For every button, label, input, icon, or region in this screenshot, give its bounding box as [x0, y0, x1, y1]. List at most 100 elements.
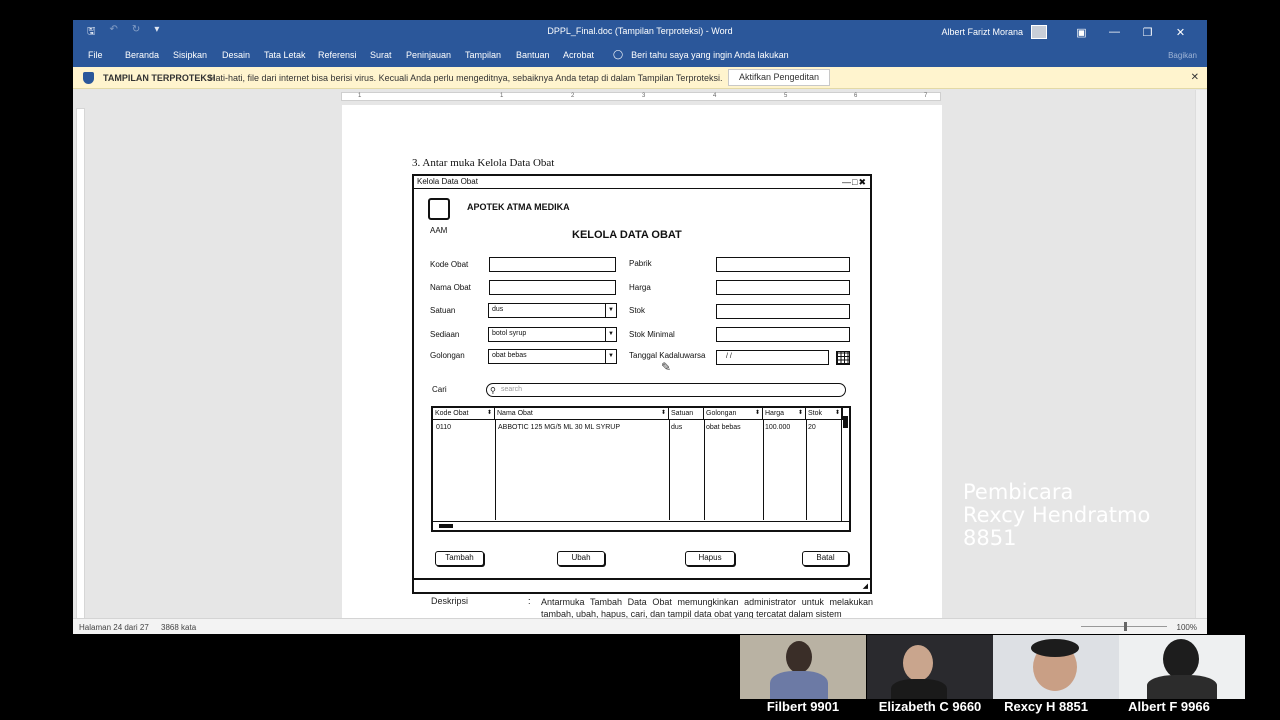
mockup-window: Kelola Data Obat —□✖ AAM APOTEK ATMA MED… [412, 174, 872, 594]
search-placeholder: search [501, 386, 523, 393]
form-title: KELOLA DATA OBAT [572, 229, 682, 241]
participant-name: Elizabeth C 9660 [878, 699, 982, 714]
description-colon: : [528, 596, 531, 606]
tab-surat[interactable]: Surat [370, 50, 392, 60]
dropdown-arrow-icon: ▼ [605, 350, 616, 363]
participant-name: Rexcy H 8851 [1004, 699, 1088, 714]
protected-view-bar: TAMPILAN TERPROTEKSI Hati-hati, file dar… [73, 67, 1207, 89]
sediaan-value: botol syrup [492, 330, 527, 337]
label-pabrik: Pabrik [629, 259, 652, 268]
golongan-select: obat bebas ▼ [488, 349, 617, 364]
document-page[interactable]: 3. Antar muka Kelola Data Obat Kelola Da… [342, 105, 942, 620]
table-vertical-scrollbar [841, 408, 849, 522]
column-header: Golongan ⬍ [704, 408, 763, 420]
tab-referensi[interactable]: Referensi [318, 50, 357, 60]
tab-desain[interactable]: Desain [222, 50, 250, 60]
ruler-mark: 7 [924, 93, 928, 99]
scroll-thumb [439, 524, 453, 528]
speaker-title: Pembicara [963, 480, 1074, 504]
title-bar: 🖫 ↶ ↻ ▾ DPPL_Final.doc (Tampilan Terprot… [73, 20, 1207, 44]
description-text: Antarmuka Tambah Data Obat memungkinkan … [541, 597, 873, 619]
user-name[interactable]: Albert Farizt Morana [941, 27, 1023, 37]
sort-icon: ⬍ [486, 410, 492, 416]
table-cell: 100.000 [765, 424, 791, 431]
column-divider [763, 420, 764, 520]
vertical-ruler[interactable] [76, 108, 85, 623]
calendar-icon [836, 351, 850, 365]
stok-field [716, 304, 850, 319]
close-icon[interactable]: ✕ [1191, 72, 1199, 83]
pabrik-field [716, 257, 850, 272]
label-harga: Harga [629, 283, 651, 292]
tell-me[interactable]: ◯ Beri tahu saya yang ingin Anda lakukan [613, 49, 789, 60]
tab-beranda[interactable]: Beranda [125, 50, 159, 60]
search-label: Cari [432, 385, 447, 394]
status-bar: Halaman 24 dari 27 3868 kata 100% [73, 618, 1207, 634]
enable-editing-button[interactable]: Aktifkan Pengeditan [728, 69, 830, 86]
ruler-mark: 2 [571, 93, 575, 99]
tab-file[interactable]: File [88, 50, 103, 60]
minimize-icon[interactable]: — [1098, 26, 1131, 38]
share-button[interactable]: Bagikan [1168, 51, 1197, 60]
participant-video[interactable] [740, 635, 866, 699]
pen-cursor-icon: ✎ [661, 360, 672, 374]
column-header-label: Satuan [671, 410, 694, 417]
column-header-label: Golongan [706, 410, 737, 417]
dropdown-arrow-icon: ▼ [605, 328, 616, 341]
label-kode-obat: Kode Obat [430, 260, 469, 269]
label-nama-obat: Nama Obat [430, 283, 471, 292]
golongan-value: obat bebas [492, 352, 527, 359]
label-stok-minimal: Stok Minimal [629, 330, 675, 339]
page-count[interactable]: Halaman 24 dari 27 [79, 623, 149, 632]
sort-icon: ⬍ [754, 410, 760, 416]
tab-bantuan[interactable]: Bantuan [516, 50, 550, 60]
table-horizontal-scrollbar [433, 521, 849, 530]
label-sediaan: Sediaan [430, 330, 460, 339]
mockup-title-bar: Kelola Data Obat —□✖ [414, 176, 870, 189]
tab-tampilan[interactable]: Tampilan [465, 50, 501, 60]
tab-tata-letak[interactable]: Tata Letak [264, 50, 306, 60]
ruler-mark: 1 [500, 93, 504, 99]
ruler-mark: 6 [854, 93, 858, 99]
ruler-mark: 4 [713, 93, 717, 99]
zoom-slider-thumb[interactable] [1124, 622, 1127, 631]
avatar[interactable] [1031, 25, 1047, 39]
logo-placeholder [428, 198, 450, 220]
sort-icon: ⬍ [834, 410, 840, 416]
tab-acrobat[interactable]: Acrobat [563, 50, 594, 60]
column-header: Kode Obat ⬍ [433, 408, 495, 420]
tab-sisipkan[interactable]: Sisipkan [173, 50, 207, 60]
word-count[interactable]: 3868 kata [161, 623, 196, 632]
search-input: ⚲ search [486, 383, 846, 397]
ribbon-display-icon[interactable]: ▣ [1065, 26, 1098, 39]
zoom-level[interactable]: 100% [1177, 623, 1197, 632]
shield-icon [83, 72, 94, 84]
participant-hair [1031, 639, 1079, 657]
column-divider [669, 420, 670, 520]
vertical-scrollbar[interactable] [1195, 90, 1207, 618]
title-right: Albert Farizt Morana ▣ — ❐ ✕ [941, 25, 1197, 39]
speaker-caption: Pembicara Rexcy Hendratmo 8851 [963, 481, 1150, 550]
column-divider [495, 420, 496, 520]
satuan-value: dus [492, 306, 504, 313]
label-tanggal-kadaluwarsa: Tanggal Kadaluwarsa [629, 351, 706, 360]
restore-icon[interactable]: ❐ [1131, 26, 1164, 39]
speaker-name: Rexcy Hendratmo [963, 503, 1151, 527]
close-icon[interactable]: ✕ [1164, 26, 1197, 39]
horizontal-ruler[interactable]: 1 1 2 3 4 5 6 7 [341, 92, 941, 101]
sediaan-select: botol syrup ▼ [488, 327, 617, 342]
participant-body [770, 671, 828, 699]
tell-me-text: Beri tahu saya yang ingin Anda lakukan [631, 49, 789, 60]
protected-view-message: Hati-hati, file dari internet bisa beris… [209, 73, 723, 83]
ruler-mark: 1 [358, 93, 362, 99]
sort-icon: ⬍ [660, 410, 666, 416]
participant-video[interactable] [993, 635, 1119, 699]
logo-abbr: AAM [430, 226, 448, 235]
lightbulb-icon: ◯ [613, 49, 624, 59]
mockup-title: Kelola Data Obat [417, 177, 478, 186]
participant-video[interactable] [1119, 635, 1245, 699]
table-cell: obat bebas [706, 424, 741, 431]
tab-peninjauan[interactable]: Peninjauan [406, 50, 451, 60]
batal-button: Batal [802, 551, 849, 566]
participant-video[interactable] [867, 635, 993, 699]
